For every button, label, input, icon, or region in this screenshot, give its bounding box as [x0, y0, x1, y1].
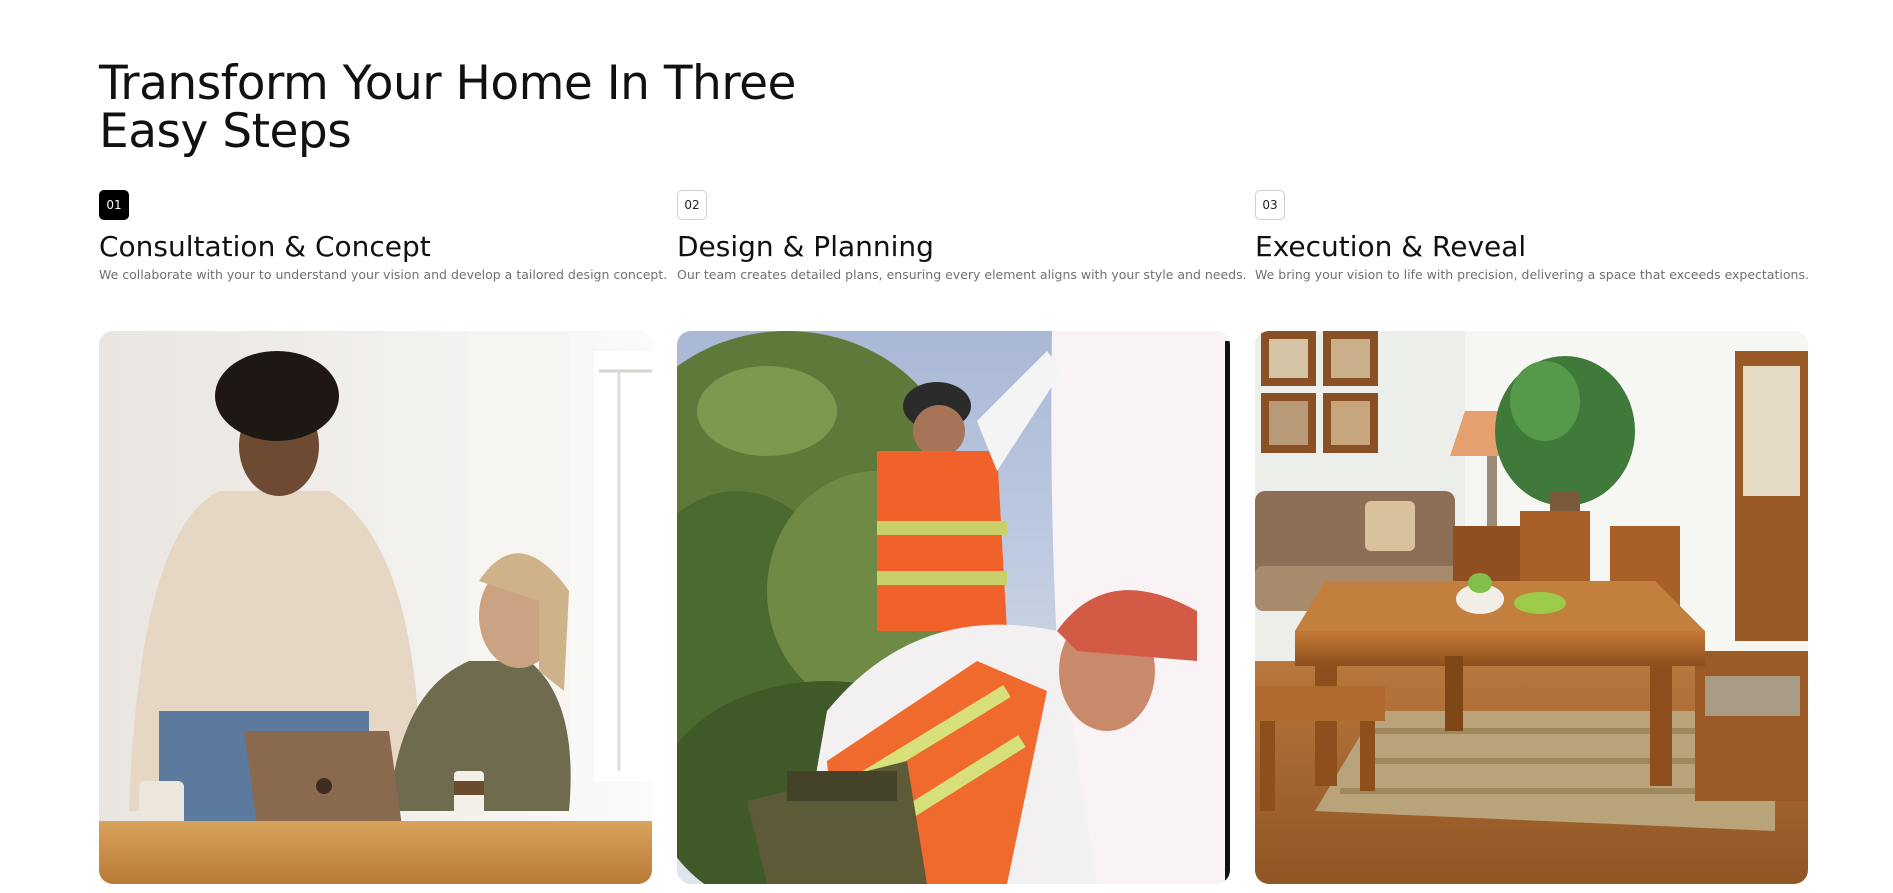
steps-row: 01 Consultation & Concept We collaborate…	[99, 190, 1809, 290]
step-1-number-badge[interactable]: 01	[99, 190, 129, 220]
section-title: Transform Your Home In Three Easy Steps	[99, 56, 796, 159]
step-2-title: Design & Planning	[677, 230, 934, 263]
construction-image	[677, 331, 1230, 884]
living-room-image	[1255, 331, 1808, 884]
step-3-title: Execution & Reveal	[1255, 230, 1527, 263]
steps-section: Transform Your Home In Three Easy Steps …	[0, 0, 1893, 893]
step-2-description: Our team creates detailed plans, ensurin…	[677, 267, 1247, 282]
step-3-description: We bring your vision to life with precis…	[1255, 267, 1809, 282]
step-1-description: We collaborate with your to understand y…	[99, 267, 668, 282]
step-1[interactable]: 01 Consultation & Concept We collaborate…	[99, 190, 668, 284]
step-images	[99, 331, 1809, 884]
step-1-title: Consultation & Concept	[99, 230, 431, 263]
consultation-image	[99, 331, 652, 884]
step-2[interactable]: 02 Design & Planning Our team creates de…	[677, 190, 1247, 284]
step-3[interactable]: 03 Execution & Reveal We bring your visi…	[1255, 190, 1815, 284]
step-2-number-badge[interactable]: 02	[677, 190, 707, 220]
step-3-number-badge[interactable]: 03	[1255, 190, 1285, 220]
